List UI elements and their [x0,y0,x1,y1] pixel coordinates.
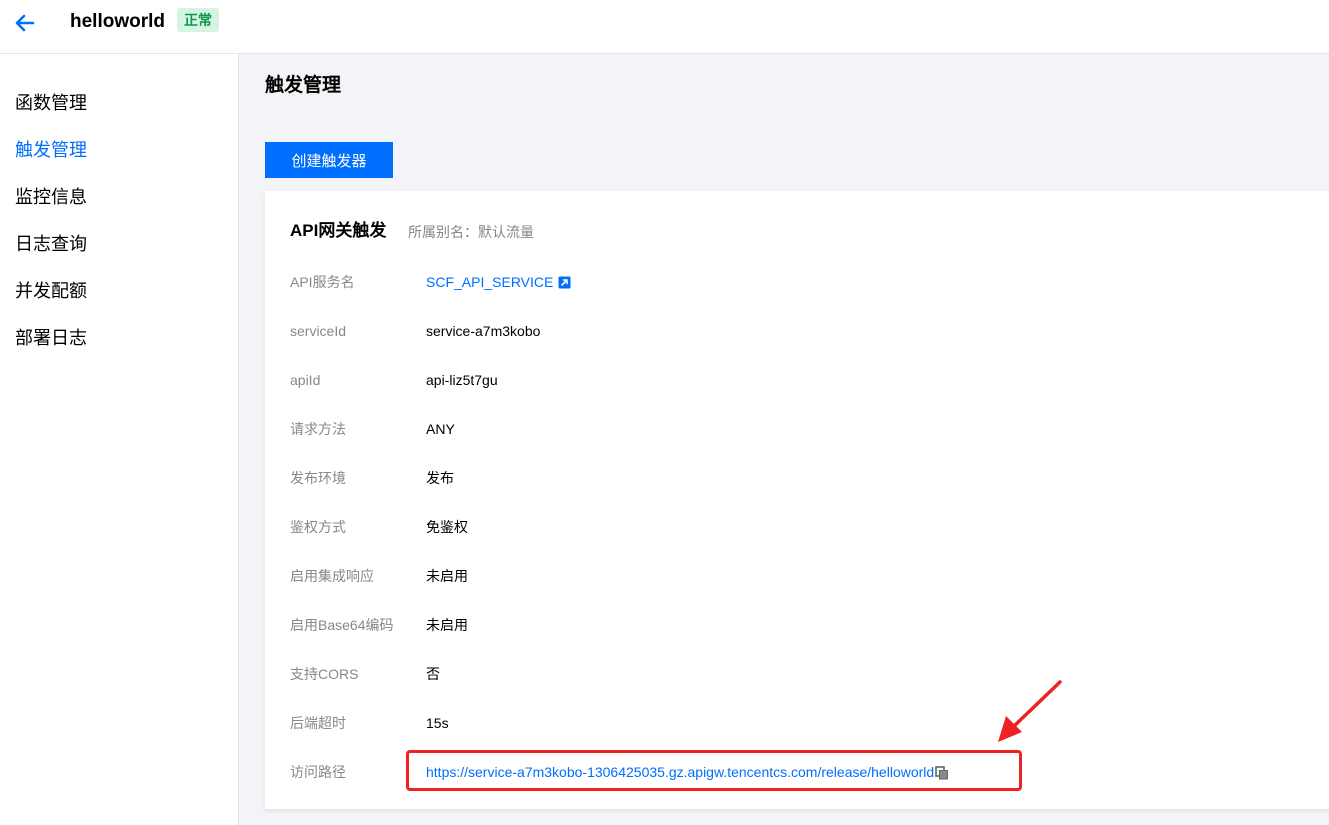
row-label: 启用集成响应 [290,568,374,584]
row-label: 访问路径 [290,764,346,780]
sidebar-item-log-query[interactable]: 日志查询 [15,233,87,255]
row-value: service-a7m3kobo [426,323,541,339]
row-value: api-liz5t7gu [426,372,498,388]
row-value: 发布 [426,470,454,486]
sidebar-item-deployment-log[interactable]: 部署日志 [15,327,87,349]
row-label: 支持CORS [290,666,359,682]
row-label: API服务名 [290,274,355,290]
row-label: 请求方法 [290,421,346,437]
row-label: 鉴权方式 [290,519,346,535]
page-title: 触发管理 [265,75,342,96]
detail-row: apiId api-liz5t7gu [290,369,1290,391]
row-value: 未启用 [426,568,468,584]
row-label: 启用Base64编码 [290,617,394,633]
function-name: helloworld [70,11,165,32]
row-label: 后端超时 [290,715,346,731]
create-trigger-button[interactable]: 创建触发器 [265,142,393,178]
sidebar-item-function-management[interactable]: 函数管理 [15,92,87,114]
row-value: 15s [426,715,449,731]
row-value: 未启用 [426,617,468,633]
api-service-link[interactable]: SCF_API_SERVICE [426,271,571,293]
detail-row: 启用Base64编码 未启用 [290,614,1290,636]
api-service-name[interactable]: SCF_API_SERVICE [426,274,553,290]
main-content: 触发管理 创建触发器 API网关触发 所属别名：默认流量 API服务名 SCF_… [240,54,1329,825]
row-label: 发布环境 [290,470,346,486]
sidebar-item-concurrency-quota[interactable]: 并发配额 [15,280,87,302]
trigger-card: API网关触发 所属别名：默认流量 API服务名 SCF_API_SERVICE… [265,191,1329,809]
row-value: 否 [426,666,440,682]
card-title: API网关触发 [290,221,387,240]
detail-row: 请求方法 ANY [290,418,1290,440]
row-label: apiId [290,372,321,388]
sidebar-item-monitoring[interactable]: 监控信息 [15,186,87,208]
detail-row: 后端超时 15s [290,712,1290,734]
top-bar: helloworld 正常 [0,0,1329,54]
detail-row: 鉴权方式 免鉴权 [290,516,1290,538]
row-label: serviceId [290,323,347,339]
sidebar: 函数管理 触发管理 监控信息 日志查询 并发配额 部署日志 [0,54,239,825]
access-path-url[interactable]: https://service-a7m3kobo-1306425035.gz.a… [426,764,934,780]
copy-icon[interactable] [935,766,949,780]
row-value: ANY [426,421,455,437]
detail-row: 访问路径 https://service-a7m3kobo-1306425035… [290,761,1290,783]
detail-row: 启用集成响应 未启用 [290,565,1290,587]
access-path-link[interactable]: https://service-a7m3kobo-1306425035.gz.a… [426,761,949,783]
row-value: 免鉴权 [426,519,468,535]
detail-row: 支持CORS 否 [290,663,1290,685]
detail-row: serviceId service-a7m3kobo [290,320,1290,342]
card-subtitle: 所属别名：默认流量 [408,224,534,240]
arrow-left-icon[interactable] [12,10,38,36]
detail-row: 发布环境 发布 [290,467,1290,489]
external-link-icon[interactable] [558,276,571,289]
status-badge: 正常 [177,8,219,32]
detail-row: API服务名 SCF_API_SERVICE [290,271,1290,293]
sidebar-item-trigger-management[interactable]: 触发管理 [15,139,87,161]
